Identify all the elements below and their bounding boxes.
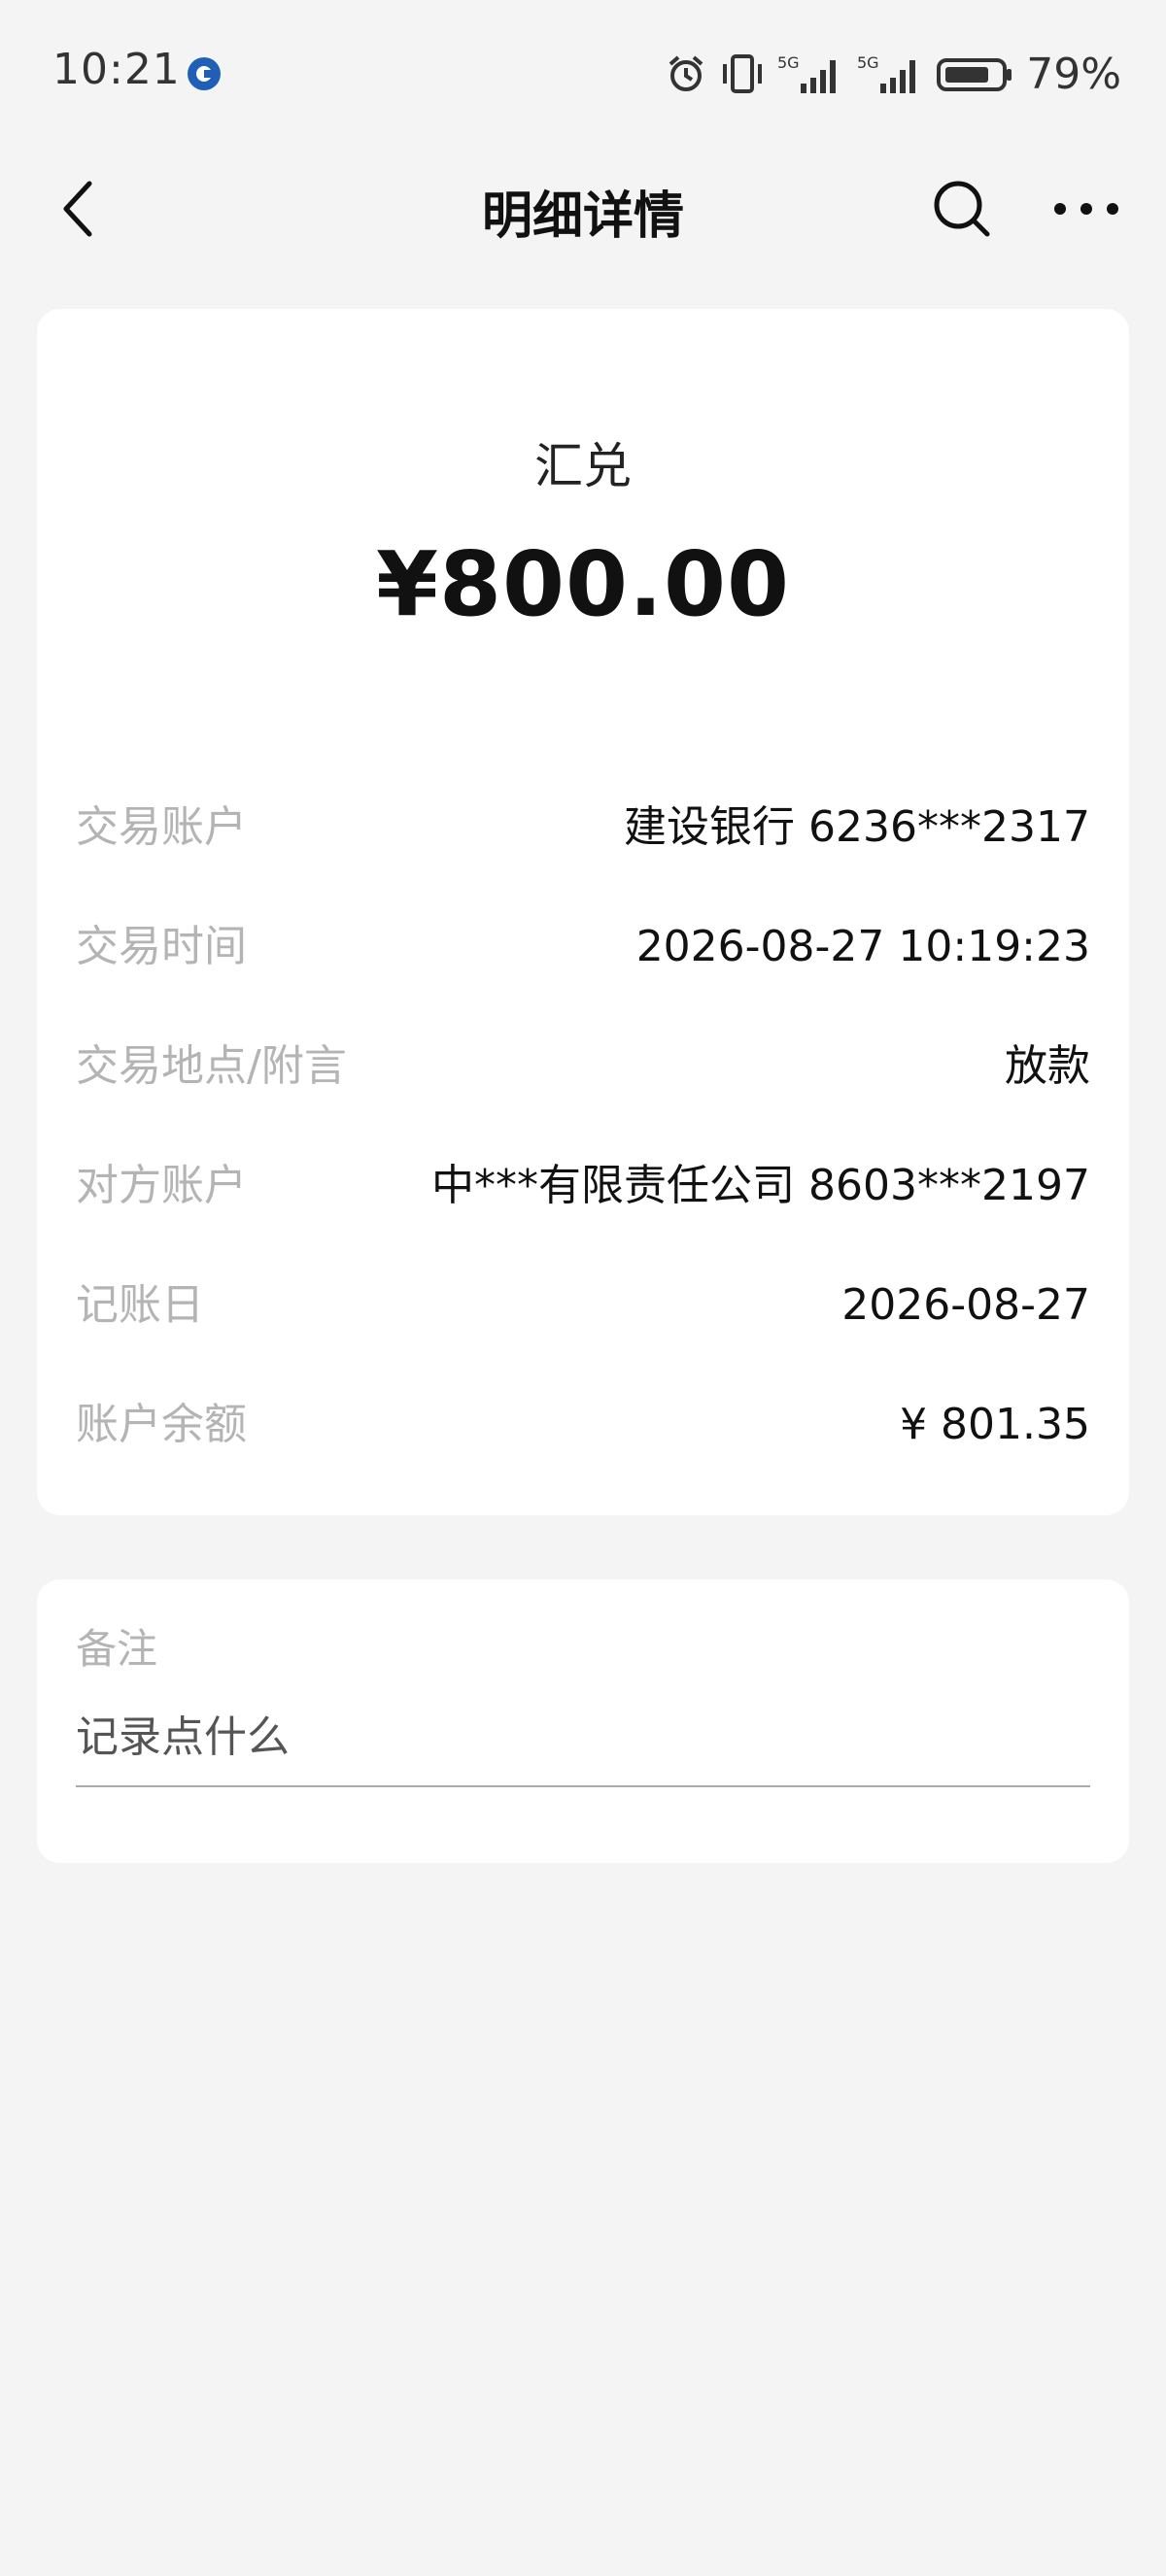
search-button[interactable] (923, 170, 1001, 248)
detail-row-time: 交易时间 2026-08-27 10:19:23 (76, 908, 1090, 986)
detail-row-counterparty: 对方账户 中***有限责任公司 8603***2197 (76, 1147, 1090, 1225)
search-icon (934, 181, 990, 237)
note-card: 备注 (37, 1579, 1129, 1863)
svg-text:5G: 5G (777, 53, 800, 72)
detail-row-account: 交易账户 建设银行 6236***2317 (76, 789, 1090, 866)
detail-value: 2026-08-27 (841, 1280, 1090, 1330)
svg-text:5G: 5G (857, 53, 879, 72)
note-input[interactable] (76, 1688, 1090, 1787)
status-icons: 5G 5G 79% (665, 45, 1121, 103)
detail-row-location: 交易地点/附言 放款 (76, 1028, 1090, 1105)
detail-value: 放款 (1005, 1041, 1090, 1091)
signal-5g-icon: 5G (777, 53, 837, 93)
note-label: 备注 (76, 1625, 158, 1673)
ccb-bank-icon (188, 57, 221, 90)
detail-label: 账户余额 (76, 1400, 247, 1449)
battery-percent: 79% (1026, 49, 1121, 99)
detail-label: 交易地点/附言 (76, 1041, 347, 1091)
detail-row-balance: 账户余额 ¥ 801.35 (76, 1386, 1090, 1464)
detail-row-posting-date: 记账日 2026-08-27 (76, 1267, 1090, 1344)
transaction-detail-card: 汇兑 ¥800.00 交易账户 建设银行 6236***2317 交易时间 20… (37, 309, 1129, 1515)
detail-label: 记账日 (76, 1280, 204, 1330)
detail-value: 建设银行 6236***2317 (624, 802, 1090, 852)
more-button[interactable] (1045, 170, 1128, 248)
more-horizontal-icon (1054, 203, 1118, 215)
detail-value: 中***有限责任公司 8603***2197 (431, 1161, 1090, 1210)
transaction-type: 汇兑 (534, 438, 632, 494)
status-bar: 10:21 5G 5G 79% (0, 0, 1166, 146)
status-time: 10:21 (52, 45, 181, 94)
vibrate-icon (723, 54, 763, 93)
detail-value: ¥ 801.35 (900, 1400, 1090, 1449)
nav-bar: 明细详情 (0, 146, 1166, 272)
alarm-icon (669, 55, 703, 91)
detail-value: 2026-08-27 10:19:23 (635, 922, 1090, 971)
detail-label: 交易账户 (76, 802, 247, 852)
battery-icon (937, 58, 1012, 91)
detail-label: 对方账户 (76, 1161, 247, 1210)
transaction-amount: ¥800.00 (375, 532, 791, 636)
detail-label: 交易时间 (76, 922, 247, 971)
signal-5g-icon-2: 5G (857, 53, 916, 93)
